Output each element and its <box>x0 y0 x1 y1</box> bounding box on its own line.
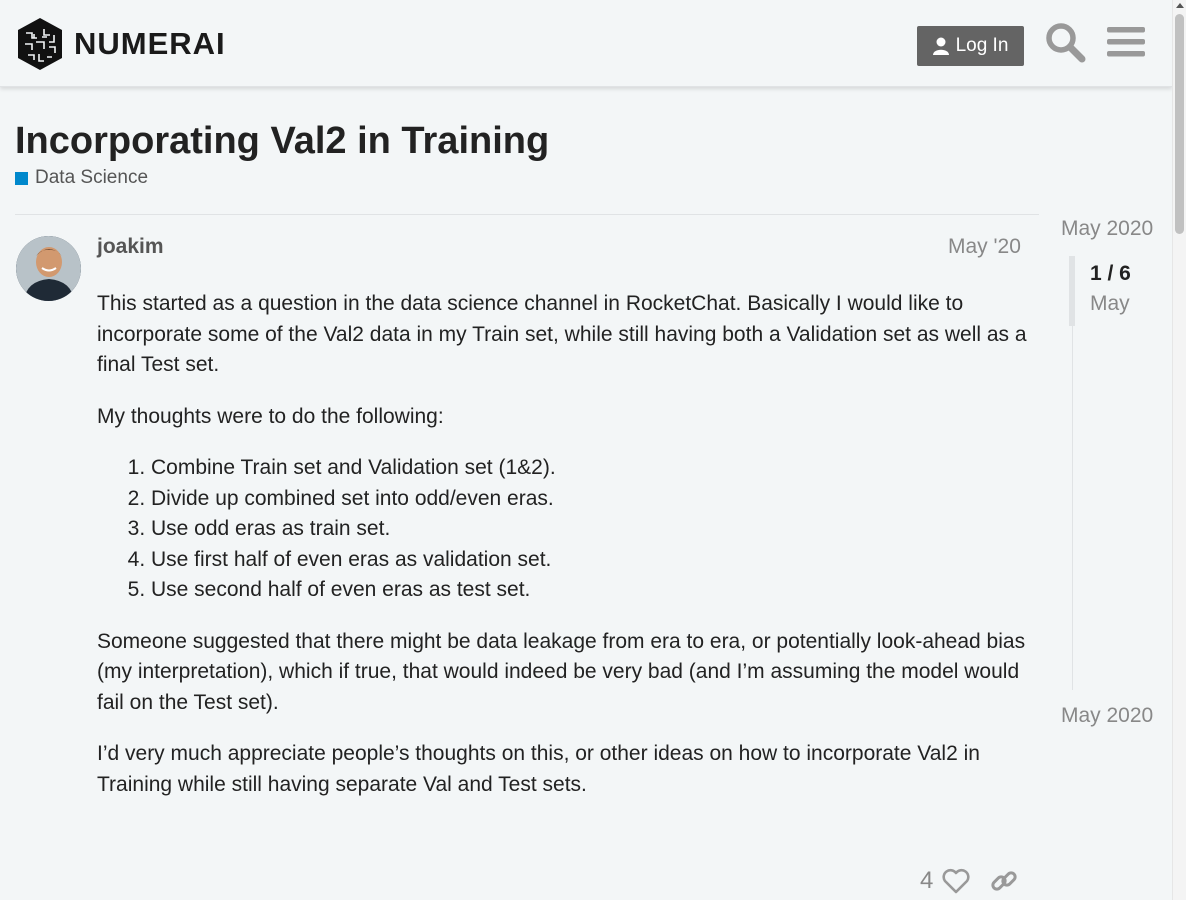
topic-title[interactable]: Incorporating Val2 in Training <box>15 118 549 164</box>
post-paragraph: This started as a question in the data s… <box>97 292 1027 376</box>
page-scrollbar[interactable] <box>1172 0 1186 900</box>
post-paragraph: My thoughts were to do the following: <box>97 404 444 428</box>
category-color-icon <box>15 171 28 185</box>
link-icon[interactable] <box>989 866 1019 896</box>
list-item: Divide up combined set into odd/even era… <box>151 484 1027 515</box>
avatar[interactable] <box>16 236 81 301</box>
post-paragraph: I’d very much appreciate people’s though… <box>97 742 980 796</box>
scroll-thumb[interactable] <box>1175 14 1184 234</box>
timeline-end-date[interactable]: May 2020 <box>1061 704 1153 728</box>
search-icon[interactable] <box>1044 21 1086 63</box>
category-badge[interactable]: Data Science <box>15 167 148 189</box>
timeline-start-date[interactable]: May 2020 <box>1061 217 1153 241</box>
user-icon <box>932 37 949 55</box>
list-item: Use second half of even eras as test set… <box>151 575 1027 606</box>
menu-icon[interactable] <box>1105 21 1147 63</box>
list-item: Use odd eras as train set. <box>151 514 1027 545</box>
user-avatar-icon <box>16 236 81 301</box>
like-count[interactable]: 4 <box>920 867 933 895</box>
post-paragraph: Someone suggested that there might be da… <box>97 629 1026 714</box>
post-actions: 4 <box>920 866 1019 896</box>
timeline-position-date: May <box>1090 292 1130 315</box>
list-item: Combine Train set and Validation set (1&… <box>151 453 1027 484</box>
post-username[interactable]: joakim <box>97 235 164 259</box>
logo-text: NUMERAI <box>74 26 226 61</box>
divider <box>15 214 1039 215</box>
timeline-position: 1 / 6 <box>1090 262 1131 285</box>
site-logo[interactable]: NUMERAI <box>16 17 226 71</box>
timeline-handle[interactable] <box>1069 256 1075 326</box>
scroll-up-arrow-icon[interactable] <box>1176 3 1184 8</box>
site-header: NUMERAI Log In <box>0 0 1172 87</box>
login-label: Log In <box>955 35 1009 56</box>
steps-list: Combine Train set and Validation set (1&… <box>97 453 1027 606</box>
list-item: Use first half of even eras as validatio… <box>151 545 1027 576</box>
post-date[interactable]: May '20 <box>948 235 1021 259</box>
heart-icon[interactable] <box>941 866 971 896</box>
category-name: Data Science <box>35 167 149 188</box>
login-button[interactable]: Log In <box>917 26 1024 66</box>
post-body: This started as a question in the data s… <box>97 289 1027 821</box>
numerai-logo-icon <box>18 18 62 70</box>
